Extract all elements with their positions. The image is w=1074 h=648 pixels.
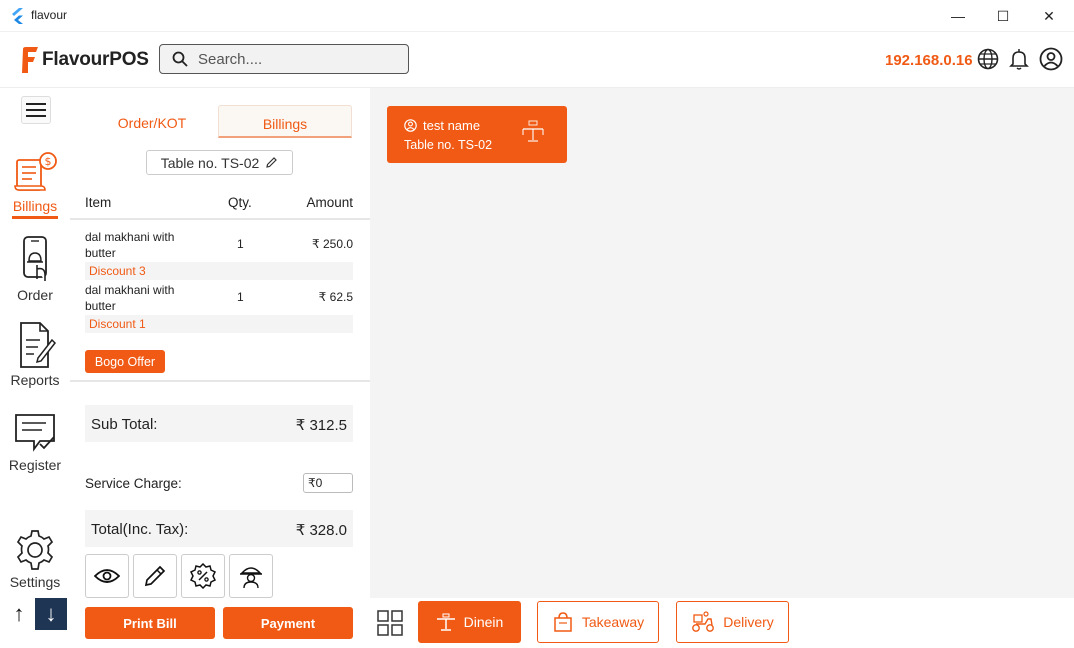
nav-label-settings: Settings bbox=[9, 574, 61, 590]
tab-order-kot[interactable]: Order/KOT bbox=[86, 105, 218, 138]
customer-name: test name bbox=[423, 118, 481, 133]
item-name: dal makhani with butter bbox=[85, 230, 175, 260]
item-name: dal makhani with butter bbox=[85, 283, 175, 313]
nav-item-reports[interactable]: Reports bbox=[0, 320, 70, 388]
phone-order-icon bbox=[23, 236, 47, 281]
hamburger-line bbox=[26, 109, 46, 111]
item-amount: ₹ 250.0 bbox=[312, 237, 353, 251]
close-button[interactable]: ✕ bbox=[1026, 0, 1072, 32]
dining-table-icon bbox=[522, 120, 544, 142]
ip-address: 192.168.0.16 bbox=[885, 52, 973, 69]
total-label: Total(Inc. Tax): bbox=[91, 521, 189, 538]
total-value: ₹ 328.0 bbox=[295, 522, 347, 539]
pencil-icon bbox=[144, 565, 166, 587]
menu-toggle-button[interactable] bbox=[21, 96, 51, 124]
sub-total-value: ₹ 312.5 bbox=[295, 417, 347, 434]
waiter-icon bbox=[240, 567, 262, 589]
edit-button[interactable] bbox=[133, 554, 177, 598]
hamburger-line bbox=[26, 115, 46, 117]
column-header-amount: Amount bbox=[306, 195, 353, 210]
scroll-up-button[interactable]: ↑ bbox=[8, 600, 30, 628]
search-icon bbox=[172, 51, 188, 67]
dinein-label: Dinein bbox=[463, 614, 504, 630]
item-qty: 1 bbox=[237, 290, 244, 304]
user-icon bbox=[404, 119, 417, 132]
column-header-item: Item bbox=[85, 195, 112, 210]
nav-label-reports: Reports bbox=[10, 372, 60, 388]
report-icon bbox=[20, 322, 56, 368]
flutter-app-icon bbox=[12, 8, 23, 24]
table-card-customer: test name bbox=[404, 118, 480, 133]
tab-billings[interactable]: Billings bbox=[218, 105, 352, 138]
search-input[interactable] bbox=[198, 50, 398, 68]
gear-icon bbox=[16, 530, 54, 570]
table-number: Table no. TS-02 bbox=[404, 138, 493, 152]
billing-icon: $ bbox=[14, 152, 57, 191]
payment-button[interactable]: Payment bbox=[223, 607, 353, 639]
item-discount: Discount 3 bbox=[85, 262, 353, 280]
side-nav: $ Billings Order Reports Register Settin… bbox=[0, 88, 70, 648]
item-discount: Discount 1 bbox=[85, 315, 353, 333]
tables-area: test name Table no. TS-02 bbox=[370, 88, 1074, 598]
discount-button[interactable] bbox=[181, 554, 225, 598]
flavour-logo-icon bbox=[22, 47, 38, 73]
app-logo: FlavourPOS bbox=[18, 46, 149, 74]
eye-icon bbox=[94, 569, 120, 583]
pencil-icon bbox=[266, 157, 278, 168]
app-header: FlavourPOS 192.168.0.16 bbox=[0, 32, 1074, 88]
service-charge-label: Service Charge: bbox=[85, 476, 182, 491]
nav-item-order[interactable]: Order bbox=[0, 235, 70, 303]
item-table-header: Item Qty. Amount bbox=[85, 195, 355, 211]
delivery-scooter-icon bbox=[692, 611, 715, 632]
column-header-qty: Qty. bbox=[228, 195, 252, 210]
maximize-button[interactable]: ☐ bbox=[980, 0, 1026, 32]
window-title: flavour bbox=[31, 8, 68, 22]
billing-tabs: Order/KOT Billings bbox=[86, 105, 352, 138]
waiter-button[interactable] bbox=[229, 554, 273, 598]
nav-label-billings: Billings bbox=[12, 198, 58, 214]
dining-table-icon bbox=[436, 613, 455, 631]
item-amount: ₹ 62.5 bbox=[318, 290, 353, 304]
nav-item-register[interactable]: Register bbox=[0, 411, 70, 473]
nav-item-settings[interactable]: Settings bbox=[0, 528, 70, 590]
nav-label-register: Register bbox=[8, 457, 62, 473]
minimize-button[interactable]: — bbox=[935, 0, 981, 32]
delivery-label: Delivery bbox=[723, 614, 774, 630]
scroll-down-button[interactable]: ↓ bbox=[35, 598, 67, 630]
sub-total-label: Sub Total: bbox=[91, 416, 158, 433]
divider bbox=[70, 380, 370, 382]
takeaway-label: Takeaway bbox=[581, 614, 645, 630]
logo-text: FlavourPOS bbox=[42, 49, 149, 70]
total-row: Total(Inc. Tax): ₹ 328.0 bbox=[85, 510, 353, 547]
grid-view-icon[interactable] bbox=[377, 610, 403, 636]
table-card[interactable]: test name Table no. TS-02 bbox=[387, 106, 567, 163]
globe-icon[interactable] bbox=[976, 47, 1000, 71]
svg-text:$: $ bbox=[45, 155, 52, 168]
item-qty: 1 bbox=[237, 237, 244, 251]
divider bbox=[70, 218, 370, 220]
billing-panel: Order/KOT Billings Table no. TS-02 Item … bbox=[70, 88, 370, 648]
register-icon bbox=[15, 414, 55, 452]
preview-button[interactable] bbox=[85, 554, 129, 598]
hamburger-line bbox=[26, 103, 46, 105]
order-mode-bar: Dinein Takeaway Delivery bbox=[370, 598, 1074, 648]
takeaway-button[interactable]: Takeaway bbox=[537, 601, 659, 643]
search-box[interactable] bbox=[159, 44, 409, 74]
service-charge-input[interactable]: ₹0 bbox=[303, 473, 353, 493]
table-selector[interactable]: Table no. TS-02 bbox=[146, 150, 293, 175]
takeaway-bag-icon bbox=[554, 612, 572, 632]
delivery-button[interactable]: Delivery bbox=[676, 601, 789, 643]
active-indicator bbox=[12, 216, 58, 219]
table-label: Table no. TS-02 bbox=[160, 154, 260, 171]
percent-badge-icon bbox=[190, 563, 216, 589]
notification-bell-icon[interactable] bbox=[1007, 47, 1031, 71]
bogo-offer-button[interactable]: Bogo Offer bbox=[85, 350, 165, 373]
nav-label-order: Order bbox=[17, 287, 53, 303]
sub-total-row: Sub Total: ₹ 312.5 bbox=[85, 405, 353, 442]
nav-item-billings[interactable]: $ Billings bbox=[0, 150, 70, 219]
window-titlebar: flavour — ☐ ✕ bbox=[0, 0, 1074, 32]
user-account-icon[interactable] bbox=[1039, 47, 1063, 71]
print-bill-button[interactable]: Print Bill bbox=[85, 607, 215, 639]
dinein-button[interactable]: Dinein bbox=[418, 601, 521, 643]
